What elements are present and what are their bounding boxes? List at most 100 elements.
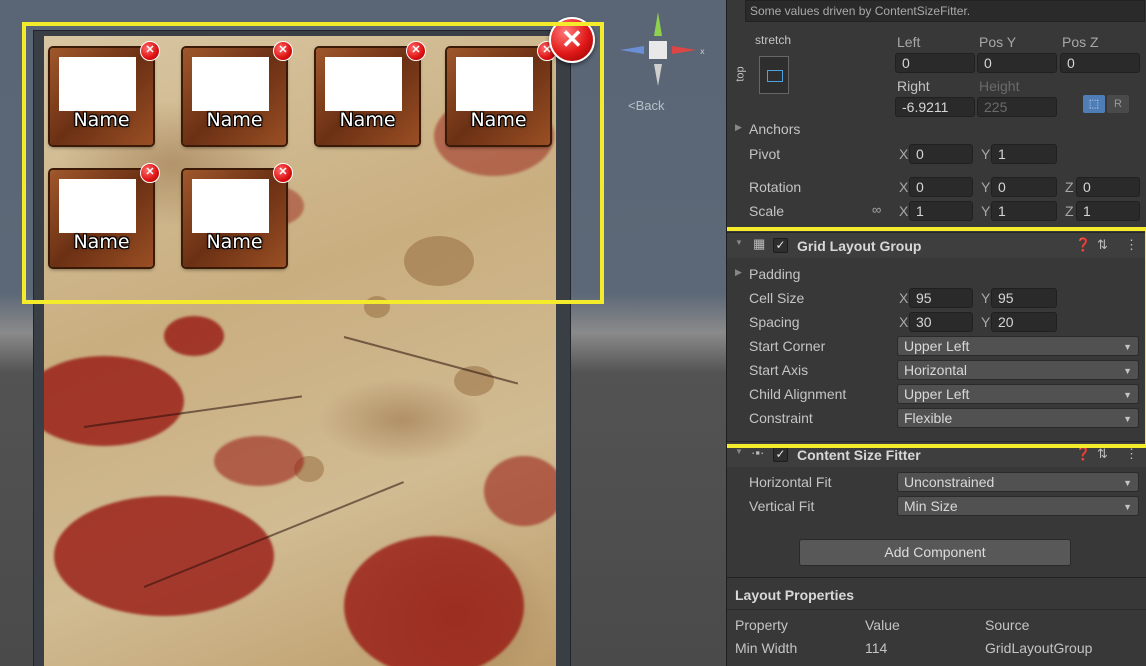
right-field[interactable]: -6.9211 — [895, 97, 975, 117]
raw-edit-mode-icon[interactable]: R — [1107, 95, 1129, 113]
layout-prop-property: Min Width — [735, 640, 798, 656]
axis-x-label: X — [899, 203, 909, 219]
vertical-fit-dropdown[interactable]: Min Size — [897, 496, 1139, 516]
grid-item[interactable]: Name ✕ — [447, 41, 557, 145]
item-image — [59, 57, 136, 111]
anchor-preset-button[interactable] — [759, 56, 789, 94]
item-name-label: Name — [339, 109, 396, 131]
help-icon[interactable]: ❓ — [1075, 237, 1091, 253]
remove-item-icon[interactable]: ✕ — [273, 41, 293, 61]
scene-view[interactable]: Name ✕ Name ✕ Name ✕ Name ✕ Name ✕ Name … — [0, 0, 726, 666]
layout-prop-source: GridLayoutGroup — [985, 640, 1093, 656]
pos-z-field[interactable]: 0 — [1060, 53, 1140, 73]
grid-layout-title: Grid Layout Group — [797, 238, 922, 254]
horizontal-fit-dropdown[interactable]: Unconstrained — [897, 472, 1139, 492]
cell-size-x-field[interactable]: 95 — [909, 288, 973, 308]
content-size-fitter-enabled-checkbox[interactable]: ✓ — [773, 447, 788, 462]
rotation-z-field[interactable]: 0 — [1076, 177, 1140, 197]
anchors-foldout-icon[interactable]: ▶ — [735, 122, 742, 133]
cell-size-y-field[interactable]: 95 — [991, 288, 1057, 308]
anchors-label[interactable]: Anchors — [749, 121, 800, 137]
blood-splatter — [214, 436, 304, 486]
anchor-side-label: top — [734, 66, 747, 82]
remove-item-icon[interactable]: ✕ — [140, 41, 160, 61]
spacing-label: Spacing — [749, 314, 800, 330]
grid-item[interactable]: Name ✕ — [50, 41, 160, 145]
column-header-value: Value — [865, 617, 900, 633]
grid-layout-group-header[interactable]: ▼ ▦ ✓ Grid Layout Group ❓ ⇅ ⋮ — [727, 232, 1146, 258]
cell-size-label: Cell Size — [749, 290, 805, 306]
child-alignment-dropdown[interactable]: Upper Left — [897, 384, 1139, 404]
remove-item-icon[interactable]: ✕ — [273, 163, 293, 183]
stain — [404, 236, 474, 286]
item-name-label: Name — [206, 231, 263, 253]
column-header-source: Source — [985, 617, 1030, 633]
spacing-x-field[interactable]: 30 — [909, 312, 973, 332]
scale-x-field[interactable]: 1 — [909, 201, 973, 221]
item-image — [192, 179, 269, 233]
close-icon[interactable]: ✕ — [549, 17, 595, 63]
item-name-label: Name — [470, 109, 527, 131]
scale-label: Scale — [749, 203, 785, 219]
left-field[interactable]: 0 — [895, 53, 975, 73]
padding-label[interactable]: Padding — [749, 266, 800, 282]
item-image — [59, 179, 136, 233]
pos-y-label: Pos Y — [979, 34, 1017, 50]
constraint-dropdown[interactable]: Flexible — [897, 408, 1139, 428]
grid-item[interactable]: Name ✕ — [316, 41, 426, 145]
more-options-icon[interactable]: ⋮ — [1125, 446, 1138, 462]
pivot-y-field[interactable]: 1 — [991, 144, 1057, 164]
more-options-icon[interactable]: ⋮ — [1125, 237, 1138, 253]
padding-foldout-icon[interactable]: ▶ — [735, 267, 742, 278]
pos-z-label: Pos Z — [1062, 34, 1099, 50]
add-component-button[interactable]: Add Component — [799, 539, 1071, 566]
axis-y-label: Y — [981, 179, 991, 195]
axis-z-label: Z — [1065, 203, 1074, 219]
pos-y-field[interactable]: 0 — [977, 53, 1057, 73]
foldout-icon[interactable]: ▼ — [735, 238, 743, 247]
chevron-left-icon: < — [628, 98, 636, 113]
link-icon[interactable]: ∞ — [872, 202, 881, 217]
axis-y-label: Y — [981, 146, 991, 162]
grid-item[interactable]: Name ✕ — [183, 41, 293, 145]
foldout-icon[interactable]: ▼ — [735, 447, 743, 456]
svg-text:x: x — [700, 47, 705, 56]
rotation-label: Rotation — [749, 179, 802, 195]
scale-z-field[interactable]: 1 — [1076, 201, 1140, 221]
height-field: 225 — [977, 97, 1057, 117]
remove-item-icon[interactable]: ✕ — [406, 41, 426, 61]
item-name-label: Name — [73, 109, 130, 131]
axis-x-label: X — [899, 146, 909, 162]
pivot-x-field[interactable]: 0 — [909, 144, 973, 164]
item-image — [325, 57, 402, 111]
driven-values-note: Some values driven by ContentSizeFitter. — [745, 0, 1145, 22]
content-size-fitter-header[interactable]: ▼ ·▪· ✓ Content Size Fitter ❓ ⇅ ⋮ — [727, 441, 1146, 467]
axis-y-label: Y — [981, 203, 991, 219]
grid-item[interactable]: Name ✕ — [183, 163, 293, 267]
rotation-y-field[interactable]: 0 — [991, 177, 1057, 197]
item-name-label: Name — [206, 109, 263, 131]
axis-x-label: X — [899, 179, 909, 195]
content-size-fitter-title: Content Size Fitter — [797, 447, 921, 463]
scale-y-field[interactable]: 1 — [991, 201, 1057, 221]
left-label: Left — [897, 34, 921, 50]
blood-splatter — [344, 536, 524, 666]
grid-layout-enabled-checkbox[interactable]: ✓ — [773, 238, 788, 253]
start-axis-dropdown[interactable]: Horizontal — [897, 360, 1139, 380]
presets-icon[interactable]: ⇅ — [1097, 446, 1108, 462]
blueprint-mode-icon[interactable]: ⬚ — [1083, 95, 1105, 113]
spacing-y-field[interactable]: 20 — [991, 312, 1057, 332]
blood-splatter — [164, 316, 224, 356]
view-back-label: <Back — [628, 98, 665, 113]
child-alignment-label: Child Alignment — [749, 386, 847, 402]
grid-item[interactable]: Name ✕ — [50, 163, 160, 267]
scene-gizmo-icon[interactable]: x — [610, 10, 720, 120]
start-axis-label: Start Axis — [749, 362, 809, 378]
help-icon[interactable]: ❓ — [1075, 446, 1091, 462]
presets-icon[interactable]: ⇅ — [1097, 237, 1108, 253]
item-name-label: Name — [73, 231, 130, 253]
start-corner-dropdown[interactable]: Upper Left — [897, 336, 1139, 356]
remove-item-icon[interactable]: ✕ — [140, 163, 160, 183]
rotation-x-field[interactable]: 0 — [909, 177, 973, 197]
horizontal-fit-label: Horizontal Fit — [749, 474, 832, 490]
